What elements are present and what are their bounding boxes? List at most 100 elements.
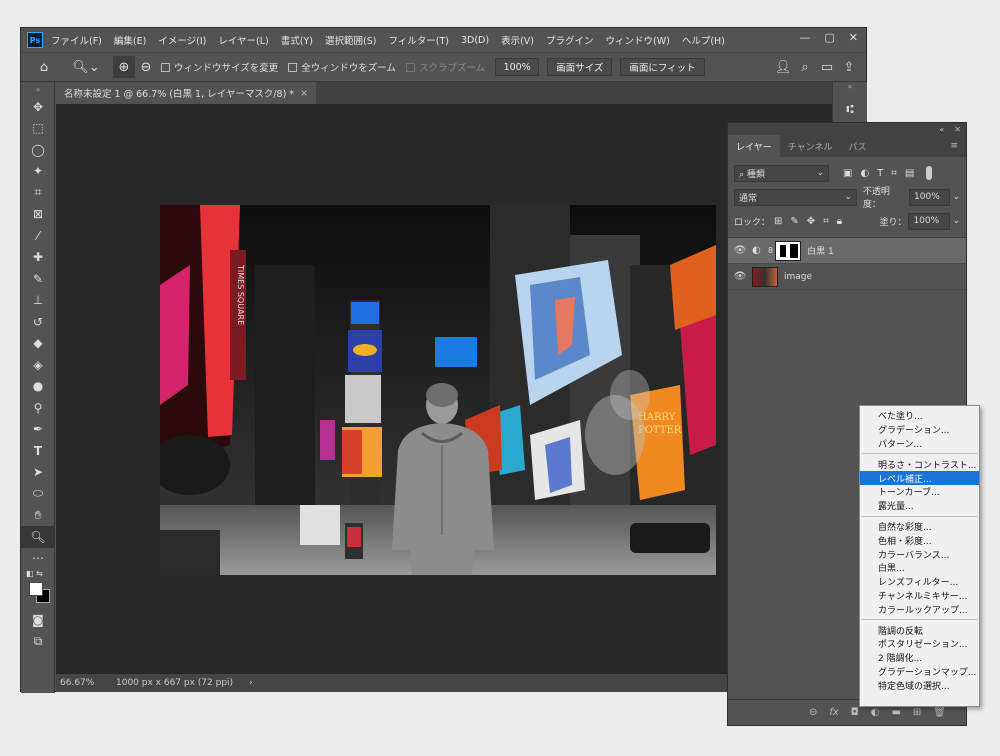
menu-item-vibrance[interactable]: 自然な彩度... [860, 520, 979, 534]
layer-mask-thumbnail[interactable] [775, 240, 802, 261]
paint-bucket-tool-icon[interactable]: ◈ [21, 354, 55, 376]
history-panel-icon[interactable]: ⑆ [833, 96, 867, 122]
menu-type[interactable]: 書式(Y) [281, 33, 313, 47]
fill-screen-button[interactable]: 画面にフィット [620, 58, 705, 76]
panel-menu-icon[interactable]: ≡ [942, 135, 966, 157]
tab-paths[interactable]: パス [840, 135, 874, 157]
panel-close-icon[interactable]: ✕ [954, 125, 961, 134]
opacity-dropdown-icon[interactable]: ⌄ [952, 192, 960, 202]
adjustment-layer-button-icon[interactable]: ◐ [871, 707, 880, 718]
history-brush-tool-icon[interactable]: ↺ [21, 311, 55, 333]
quick-mask-icon[interactable]: ◙ [21, 609, 55, 631]
new-group-icon[interactable]: ▬ [891, 707, 900, 718]
zoom-tool-icon[interactable]: 🔍︎ [21, 526, 55, 548]
eyedropper-tool-icon[interactable]: ⁄ [21, 225, 55, 247]
menu-item-selective-color[interactable]: 特定色域の選択... [860, 678, 979, 692]
marquee-tool-icon[interactable]: ⬚ [21, 118, 55, 140]
workspace-icon[interactable]: ▭ [816, 56, 838, 78]
menu-layer[interactable]: レイヤー(L) [218, 33, 268, 47]
menu-item-color-balance[interactable]: カラーバランス... [860, 547, 979, 561]
share-user-icon[interactable]: 👤︎ [772, 56, 794, 78]
pen-tool-icon[interactable]: ✒ [21, 419, 55, 441]
stamp-tool-icon[interactable]: ⊥ [21, 290, 55, 312]
zoom-all-checkbox[interactable]: 全ウィンドウをズーム [288, 60, 396, 74]
default-colors-icon[interactable]: ◧ ⇆ [26, 569, 43, 578]
menu-item-gradient[interactable]: グラデーション... [860, 423, 979, 437]
fill-dropdown-icon[interactable]: ⌄ [952, 216, 960, 226]
delete-layer-icon[interactable]: 🗑︎ [933, 707, 946, 718]
menu-image[interactable]: イメージ(I) [158, 33, 206, 47]
home-icon[interactable]: ⌂ [33, 56, 55, 78]
menu-help[interactable]: ヘルプ(H) [682, 33, 725, 47]
dodge-tool-icon[interactable]: ⚲ [21, 397, 55, 419]
edit-toolbar-icon[interactable]: ⋯ [21, 548, 55, 570]
magic-wand-tool-icon[interactable]: ✦ [21, 161, 55, 183]
menu-select[interactable]: 選択範囲(S) [325, 33, 376, 47]
healing-brush-tool-icon[interactable]: ✚ [21, 247, 55, 269]
menu-item-hue-saturation[interactable]: 色相・彩度... [860, 533, 979, 547]
filter-toggle-icon[interactable] [926, 166, 933, 180]
menu-item-curves[interactable]: トーンカーブ... [860, 485, 979, 499]
visibility-eye-icon[interactable]: 👁︎ [728, 271, 752, 282]
zoom-value-field[interactable]: 100% [495, 58, 540, 76]
minimize-icon[interactable]: — [799, 31, 810, 44]
filter-kind-select[interactable]: ⌕ 種類 ⌄ [734, 164, 829, 182]
zoom-in-icon[interactable]: ⊕ [113, 56, 135, 78]
type-tool-icon[interactable]: T [21, 440, 55, 462]
tab-close-icon[interactable]: × [300, 88, 308, 99]
visibility-eye-icon[interactable]: 👁︎ [728, 245, 752, 256]
menu-file[interactable]: ファイル(F) [51, 33, 102, 47]
layer-row-image[interactable]: 👁︎ image [728, 264, 966, 290]
fit-screen-button[interactable]: 画面サイズ [547, 58, 613, 76]
tab-layers[interactable]: レイヤー [728, 135, 780, 157]
path-selection-tool-icon[interactable]: ➤ [21, 462, 55, 484]
fill-field[interactable]: 100% [908, 212, 951, 230]
link-layers-icon[interactable]: ⊖ [809, 707, 817, 718]
screen-mode-icon[interactable]: ⧉ [21, 631, 55, 653]
lasso-tool-icon[interactable]: ◯ [21, 139, 55, 161]
search-icon[interactable]: ⌕ [794, 56, 816, 78]
menu-item-posterize[interactable]: ポスタリゼーション... [860, 637, 979, 651]
brush-tool-icon[interactable]: ✎ [21, 268, 55, 290]
filter-type-icons[interactable]: ▣◐T⌗▤ [843, 168, 922, 179]
crop-tool-icon[interactable]: ⌗ [21, 182, 55, 204]
menu-item-brightness-contrast[interactable]: 明るさ・コントラスト... [860, 457, 979, 471]
opacity-field[interactable]: 100% [909, 188, 951, 206]
collapse-toolbar-icon[interactable]: » [21, 82, 55, 96]
blend-mode-select[interactable]: 通常 ⌄ [734, 188, 857, 206]
tab-channels[interactable]: チャンネル [780, 135, 841, 157]
close-icon[interactable]: ✕ [849, 31, 858, 44]
menu-item-solid-color[interactable]: べた塗り... [860, 409, 979, 423]
blur-tool-icon[interactable]: ● [21, 376, 55, 398]
menu-item-threshold[interactable]: 2 階調化... [860, 651, 979, 665]
zoom-tool-preset-icon[interactable]: 🔍︎⌄ [69, 56, 103, 78]
scrubby-zoom-checkbox[interactable]: スクラブズーム [405, 60, 485, 74]
menu-filter[interactable]: フィルター(T) [388, 33, 449, 47]
menu-item-pattern[interactable]: パターン... [860, 437, 979, 451]
zoom-out-icon[interactable]: ⊖ [135, 56, 157, 78]
layer-thumbnail[interactable] [752, 266, 778, 287]
lock-icons[interactable]: ⊞✎✥⌗🔒︎ [774, 216, 850, 227]
menu-window[interactable]: ウィンドウ(W) [606, 33, 670, 47]
status-menu-arrow-icon[interactable]: › [249, 678, 253, 688]
menu-item-invert[interactable]: 階調の反転 [860, 623, 979, 637]
menu-item-levels[interactable]: レベル補正... [860, 471, 979, 485]
move-tool-icon[interactable]: ✥ [21, 96, 55, 118]
menu-plugins[interactable]: プラグイン [546, 33, 594, 47]
status-zoom[interactable]: 66.67% [56, 678, 112, 688]
menu-view[interactable]: 表示(V) [501, 33, 534, 47]
menu-item-color-lookup[interactable]: カラールックアップ... [860, 602, 979, 616]
foreground-color-swatch[interactable] [29, 582, 43, 596]
panel-collapse-icon[interactable]: « [939, 125, 944, 134]
menu-item-exposure[interactable]: 露光量... [860, 499, 979, 513]
frame-tool-icon[interactable]: ⊠ [21, 204, 55, 226]
add-mask-icon[interactable]: ◘ [851, 707, 859, 718]
menu-item-black-white[interactable]: 白黒... [860, 561, 979, 575]
fx-icon[interactable]: fx [829, 707, 838, 718]
menu-3d[interactable]: 3D(D) [461, 35, 489, 46]
export-share-icon[interactable]: ⇪ [838, 56, 860, 78]
hand-tool-icon[interactable]: ✋︎ [21, 505, 55, 527]
menu-item-gradient-map[interactable]: グラデーションマップ... [860, 665, 979, 679]
ellipse-tool-icon[interactable]: ⬭ [21, 483, 55, 505]
maximize-icon[interactable]: ▢ [824, 31, 834, 44]
